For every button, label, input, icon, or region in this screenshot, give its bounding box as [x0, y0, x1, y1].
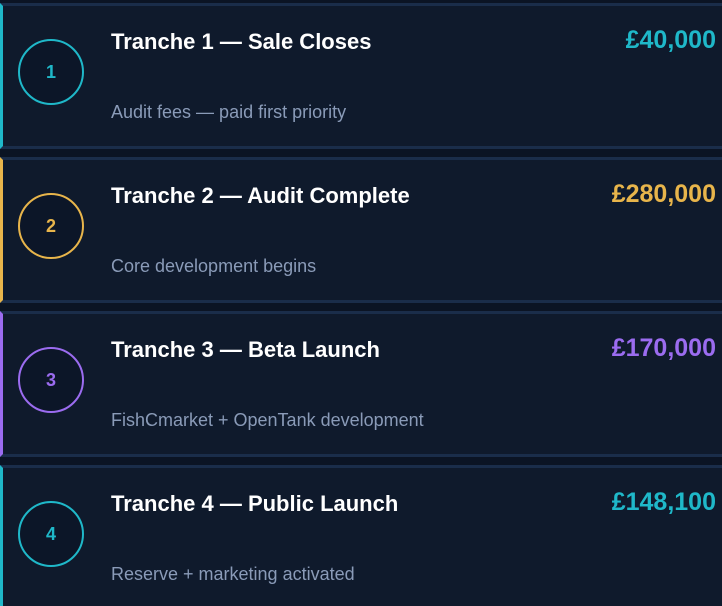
- tranche-list: 1 Tranche 1 — Sale Closes £40,000 Audit …: [0, 0, 722, 606]
- tranche-card-1: 1 Tranche 1 — Sale Closes £40,000 Audit …: [0, 3, 722, 149]
- tranche-amount: £148,100: [611, 488, 716, 516]
- tranche-number-badge: 2: [18, 193, 84, 259]
- tranche-amount: £40,000: [625, 26, 716, 54]
- tranche-description: Reserve + marketing activated: [111, 564, 355, 584]
- tranche-description: Audit fees — paid first priority: [111, 102, 347, 122]
- tranche-title: Tranche 2 — Audit Complete: [111, 183, 410, 208]
- tranche-description: FishCmarket + OpenTank development: [111, 410, 424, 430]
- tranche-number-badge: 1: [18, 39, 84, 105]
- tranche-amount: £280,000: [611, 180, 716, 208]
- tranche-card-3: 3 Tranche 3 — Beta Launch £170,000 FishC…: [0, 311, 722, 457]
- tranche-number-badge: 3: [18, 347, 84, 413]
- tranche-title: Tranche 3 — Beta Launch: [111, 337, 380, 362]
- tranche-title: Tranche 1 — Sale Closes: [111, 29, 372, 54]
- tranche-title: Tranche 4 — Public Launch: [111, 491, 399, 516]
- tranche-amount: £170,000: [611, 334, 716, 362]
- tranche-card-4: 4 Tranche 4 — Public Launch £148,100 Res…: [0, 465, 722, 606]
- tranche-number-badge: 4: [18, 501, 84, 567]
- tranche-description: Core development begins: [111, 256, 317, 276]
- tranche-card-2: 2 Tranche 2 — Audit Complete £280,000 Co…: [0, 157, 722, 303]
